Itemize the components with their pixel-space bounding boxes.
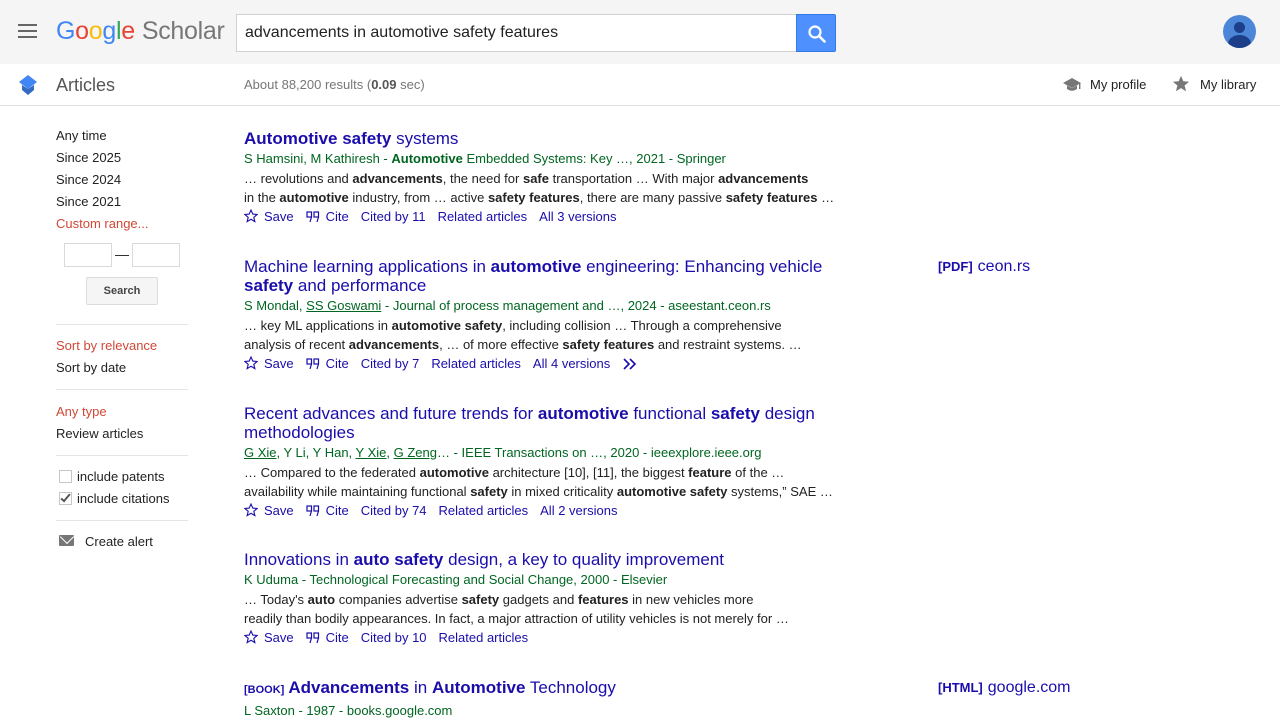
divider <box>56 389 188 390</box>
search-result: [BOOK] Advancements in Automotive Technol… <box>244 678 844 720</box>
quote-icon <box>306 211 319 223</box>
all-versions-link[interactable]: All 3 versions <box>539 209 616 224</box>
cited-by-link[interactable]: Cited by 10 <box>361 630 427 645</box>
star-outline-icon <box>243 208 259 223</box>
save-button[interactable]: Save <box>243 355 294 371</box>
quote-icon <box>306 358 319 370</box>
divider <box>56 455 188 456</box>
search-result: Innovations in auto safety design, a key… <box>243 550 844 647</box>
result-title-link[interactable]: Automotive safety systems <box>244 129 844 148</box>
include-patents-checkbox[interactable] <box>59 470 72 483</box>
range-end-input[interactable] <box>132 243 180 267</box>
related-articles-link[interactable]: Related articles <box>439 503 529 518</box>
filter-any-time[interactable]: Any time <box>56 127 107 145</box>
account-avatar[interactable] <box>1223 15 1256 48</box>
my-profile-link[interactable]: My profile <box>1062 74 1146 96</box>
result-actions: Save Cite Cited by 10 Related articles <box>243 629 844 647</box>
create-alert-link[interactable]: Create alert <box>85 533 153 551</box>
save-button[interactable]: Save <box>243 208 294 224</box>
author-link[interactable]: G Xie <box>244 445 277 460</box>
result-authors-source: S Hamsini, M Kathiresh - Automotive Embe… <box>244 151 726 166</box>
result-authors-source: L Saxton - 1987 - books.google.com <box>244 703 453 718</box>
filter-review-articles[interactable]: Review articles <box>56 425 143 443</box>
related-articles-link[interactable]: Related articles <box>431 356 521 371</box>
star-outline-icon <box>243 502 259 517</box>
filter-since-2025[interactable]: Since 2025 <box>56 149 121 167</box>
more-options-button[interactable] <box>622 356 644 371</box>
save-button[interactable]: Save <box>243 502 294 518</box>
result-actions: Save Cite Cited by 74 Related articles All 2… <box>243 502 844 520</box>
range-search-button[interactable]: Search <box>86 277 158 305</box>
related-articles-link[interactable]: Related articles <box>439 630 529 645</box>
cited-by-link[interactable]: Cited by 11 <box>361 209 426 224</box>
related-articles-link[interactable]: Related articles <box>438 209 528 224</box>
search-icon <box>808 25 826 43</box>
all-versions-link[interactable]: All 2 versions <box>540 503 617 518</box>
sub-bar: Articles About 88,200 results (0.09 sec)… <box>0 64 1280 106</box>
result-title-link[interactable]: [BOOK] Advancements in Automotive Technol… <box>244 678 844 700</box>
author-link[interactable]: SS Goswami <box>306 298 381 313</box>
include-citations-label[interactable]: include citations <box>77 490 170 508</box>
google-scholar-logo[interactable]: Google Scholar <box>56 14 225 48</box>
include-patents-label[interactable]: include patents <box>77 468 164 486</box>
quote-icon <box>306 632 319 644</box>
result-title-link[interactable]: Recent advances and future trends for au… <box>244 404 844 442</box>
cite-button[interactable]: Cite <box>306 209 349 224</box>
result-authors-source: G Xie, Y Li, Y Han, Y Xie, G Zeng… - IEE… <box>244 445 762 460</box>
sort-by-relevance[interactable]: Sort by relevance <box>56 337 157 355</box>
result-actions: Save Cite Cited by 11 Related articles All 3… <box>243 208 844 226</box>
cited-by-link[interactable]: Cited by 7 <box>361 356 420 371</box>
filter-custom-range[interactable]: Custom range... <box>56 215 149 233</box>
cite-button[interactable]: Cite <box>306 630 349 645</box>
result-authors-source: K Uduma - Technological Forecasting and … <box>244 572 668 587</box>
cite-button[interactable]: Cite <box>306 356 349 371</box>
cite-button[interactable]: Cite <box>306 503 349 518</box>
result-type-tag: [BOOK] <box>244 684 285 696</box>
result-snippet: … key ML applications in automotive safe… <box>244 318 802 352</box>
author-link[interactable]: G Zeng <box>394 445 437 460</box>
section-title[interactable]: Articles <box>56 74 115 96</box>
search-input[interactable] <box>236 14 797 52</box>
result-title-link[interactable]: Machine learning applications in automot… <box>244 257 844 295</box>
author-link[interactable]: Y Xie <box>356 445 387 460</box>
more-chevron-icon <box>623 358 637 370</box>
save-button[interactable]: Save <box>243 629 294 645</box>
search-result: Automotive safety systems S Hamsini, M Ka… <box>243 129 844 226</box>
cited-by-link[interactable]: Cited by 74 <box>361 503 427 518</box>
search-result: Machine learning applications in automot… <box>243 257 844 373</box>
divider <box>56 324 188 325</box>
results-count: About 88,200 results (0.09 sec) <box>244 77 425 92</box>
star-outline-icon <box>243 355 259 370</box>
sort-by-date[interactable]: Sort by date <box>56 359 126 377</box>
quote-icon <box>306 505 319 517</box>
result-title-link[interactable]: Innovations in auto safety design, a key… <box>244 550 844 569</box>
range-start-input[interactable] <box>64 243 112 267</box>
filter-any-type[interactable]: Any type <box>56 403 107 421</box>
divider <box>56 520 188 521</box>
my-library-link[interactable]: My library <box>1172 74 1256 96</box>
graduation-cap-icon <box>1063 78 1081 91</box>
range-dash: — <box>115 246 129 262</box>
fulltext-link[interactable]: [HTML] google.com <box>938 678 1070 698</box>
filter-since-2021[interactable]: Since 2021 <box>56 193 121 211</box>
mail-icon <box>59 535 74 546</box>
result-snippet: … revolutions and advancements, the need… <box>244 171 835 205</box>
top-bar: Google Scholar <box>0 0 1280 64</box>
fulltext-link[interactable]: [PDF] ceon.rs <box>938 257 1030 277</box>
filter-since-2024[interactable]: Since 2024 <box>56 171 121 189</box>
scholar-cap-icon[interactable] <box>18 74 38 96</box>
menu-icon[interactable] <box>16 20 40 44</box>
result-snippet: … Compared to the federated automotive a… <box>244 465 833 499</box>
all-versions-link[interactable]: All 4 versions <box>533 356 610 371</box>
search-result: Recent advances and future trends for au… <box>243 404 844 520</box>
search-button[interactable] <box>796 14 836 52</box>
result-actions: Save Cite Cited by 7 Related articles All 4 … <box>243 355 844 373</box>
result-snippet: … Today's auto companies advertise safet… <box>244 592 789 626</box>
result-authors-source: S Mondal, SS Goswami - Journal of proces… <box>244 298 771 313</box>
star-icon <box>1172 75 1190 92</box>
star-outline-icon <box>243 629 259 644</box>
include-citations-checkbox[interactable] <box>59 491 72 505</box>
